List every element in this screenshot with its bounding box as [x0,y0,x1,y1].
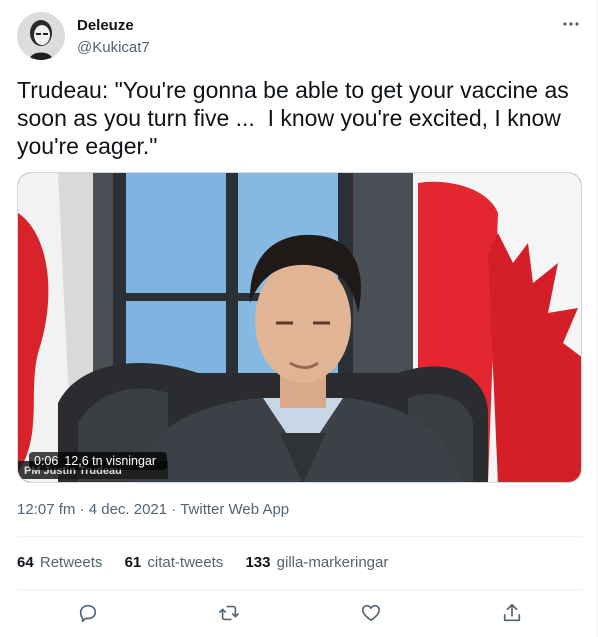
quotes-count: 61 [124,554,142,571]
quotes-stat[interactable]: 61 citat-tweets [125,553,224,573]
handle[interactable]: @Kukicat7 [77,38,150,58]
meta-separator: · [167,501,181,518]
action-bar [0,598,598,628]
retweets-stat[interactable]: 64 Retweets [17,553,102,573]
avatar[interactable] [17,12,65,60]
meta-separator: · [75,501,89,518]
likes-label: gilla-markeringar [276,554,389,571]
retweet-icon[interactable] [214,598,244,628]
retweets-label: Retweets [39,554,103,571]
author-block: Deleuze @Kukicat7 [77,16,150,58]
video-player[interactable]: PM Justin Trudeau 0:06 12,6 tn visningar [17,172,582,483]
reply-icon[interactable] [73,598,103,628]
video-frame [18,173,581,482]
video-views: 12,6 tn visningar [64,454,157,468]
quotes-label: citat-tweets [147,554,224,571]
likes-count: 133 [245,554,271,571]
more-horizontal-icon[interactable] [561,14,581,34]
tweet-date[interactable]: 4 dec. 2021 [89,501,167,518]
tweet-source[interactable]: Twitter Web App [180,501,289,518]
retweets-count: 64 [17,554,34,571]
video-duration: 0:06 [34,454,59,468]
divider [17,536,582,537]
tweet-meta: 12:07 fm · 4 dec. 2021 · Twitter Web App [17,500,289,520]
video-badge: 0:06 12,6 tn visningar [29,452,168,470]
tweet-time[interactable]: 12:07 fm [17,501,75,518]
display-name[interactable]: Deleuze [77,16,150,36]
tweet: Deleuze @Kukicat7 Trudeau: "You're gonna… [0,0,598,637]
likes-stat[interactable]: 133 gilla-markeringar [245,553,388,573]
avatar-image [17,12,65,60]
share-icon[interactable] [497,598,527,628]
divider [17,589,582,590]
tweet-text: Trudeau: "You're gonna be able to get yo… [17,77,576,159]
like-icon[interactable] [356,598,386,628]
tweet-stats: 64 Retweets 61 citat-tweets 133 gilla-ma… [17,553,406,573]
